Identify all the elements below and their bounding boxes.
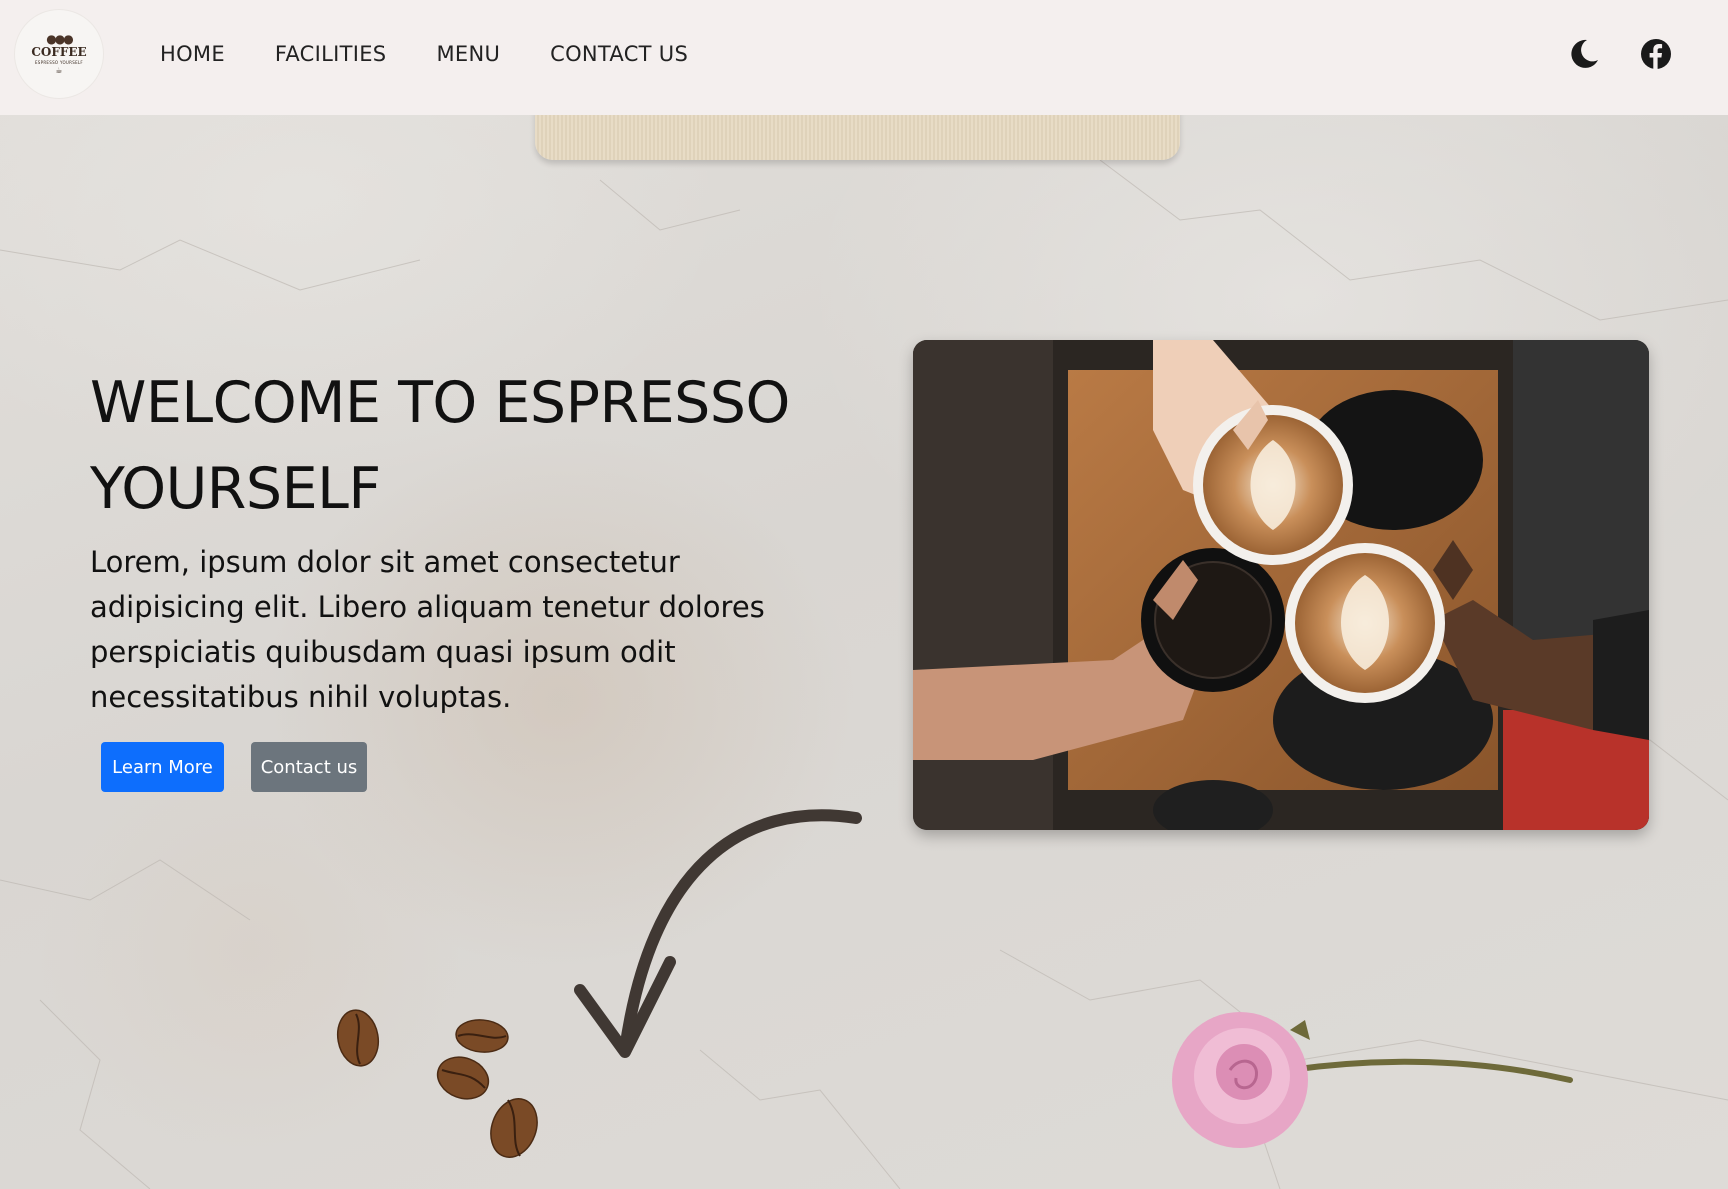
nav-icons bbox=[0, 0, 1728, 108]
contact-us-button[interactable]: Contact us bbox=[251, 742, 367, 792]
navbar: ●●● COFFEE ESPRESSO YOURSELF ☕ HOME FACI… bbox=[0, 0, 1728, 115]
hero-coffee-photo bbox=[913, 340, 1649, 830]
curved-arrow-decoration bbox=[574, 809, 862, 1058]
learn-more-button[interactable]: Learn More bbox=[101, 742, 224, 792]
hero-title: WELCOME TO ESPRESSO YOURSELF bbox=[90, 370, 790, 522]
coffee-beans-decoration bbox=[336, 1009, 538, 1158]
sackcloth-decoration bbox=[535, 108, 1180, 160]
facebook-icon[interactable] bbox=[1640, 38, 1672, 70]
moon-icon[interactable] bbox=[1568, 38, 1600, 70]
hero-description: Lorem, ipsum dolor sit amet consectetur … bbox=[90, 545, 765, 714]
rose-decoration bbox=[1172, 1012, 1573, 1148]
